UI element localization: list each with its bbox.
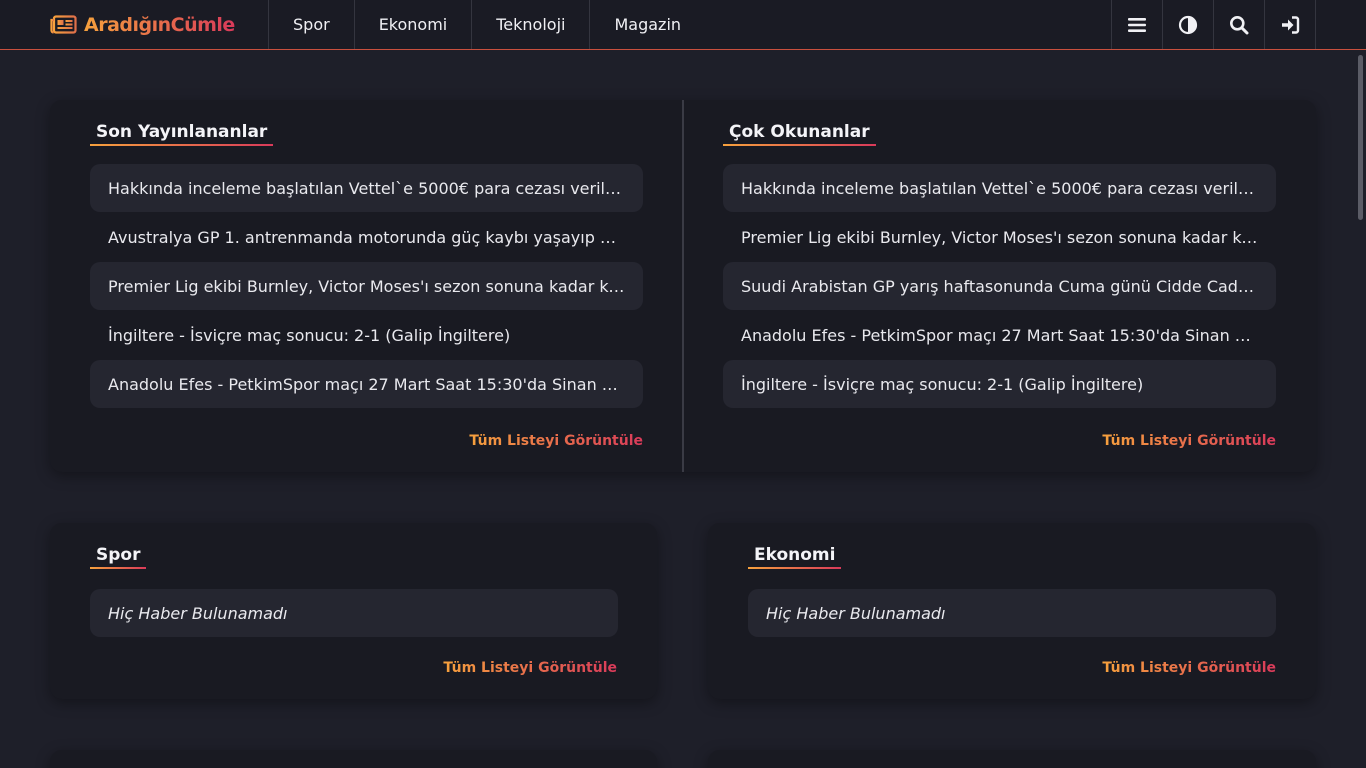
popular-item[interactable]: Premier Lig ekibi Burnley, Victor Moses'… — [723, 213, 1276, 261]
latest-item[interactable]: Hakkında inceleme başlatılan Vettel`e 50… — [90, 164, 643, 212]
nav-item-teknoloji[interactable]: Teknoloji — [472, 0, 591, 49]
economy-card: Ekonomi Hiç Haber Bulunamadı Tüm Listeyi… — [708, 523, 1316, 699]
theme-toggle-button[interactable] — [1163, 0, 1214, 49]
popular-list: Hakkında inceleme başlatılan Vettel`e 50… — [723, 164, 1276, 408]
popular-section: Çok Okunanlar Hakkında inceleme başlatıl… — [723, 122, 1276, 409]
nav-item-magazin[interactable]: Magazin — [590, 0, 705, 49]
next-card-left — [50, 750, 657, 768]
sport-title: Spor — [90, 545, 147, 569]
bars-icon — [1128, 17, 1146, 32]
top-lists-card: Son Yayınlananlar Hakkında inceleme başl… — [50, 100, 1316, 472]
economy-heading: Ekonomi — [748, 545, 842, 569]
sport-heading: Spor — [90, 545, 147, 569]
economy-empty-text: Hiç Haber Bulunamadı — [766, 603, 946, 623]
latest-item[interactable]: Avustralya GP 1. antrenmanda motorunda g… — [90, 213, 643, 261]
newspaper-icon — [50, 15, 77, 34]
popular-view-all-link[interactable]: Tüm Listeyi Görüntüle — [1102, 433, 1276, 449]
latest-title: Son Yayınlananlar — [90, 122, 274, 146]
economy-empty-message: Hiç Haber Bulunamadı — [748, 589, 1276, 637]
nav-item-ekonomi[interactable]: Ekonomi — [355, 0, 473, 49]
brand-name: AradığınCümle — [84, 13, 235, 36]
latest-item[interactable]: Anadolu Efes - PetkimSpor maçı 27 Mart S… — [90, 360, 643, 408]
popular-item[interactable]: Anadolu Efes - PetkimSpor maçı 27 Mart S… — [723, 311, 1276, 359]
nav-item-spor[interactable]: Spor — [269, 0, 355, 49]
nav-icon-group — [1111, 0, 1316, 49]
search-button[interactable] — [1214, 0, 1265, 49]
latest-item[interactable]: Premier Lig ekibi Burnley, Victor Moses'… — [90, 262, 643, 310]
popular-title: Çok Okunanlar — [723, 122, 876, 146]
sport-empty-text: Hiç Haber Bulunamadı — [108, 603, 288, 623]
sign-in-icon — [1282, 15, 1300, 34]
economy-title: Ekonomi — [748, 545, 842, 569]
sport-empty-message: Hiç Haber Bulunamadı — [90, 589, 618, 637]
popular-item[interactable]: İngiltere - İsviçre maç sonucu: 2-1 (Gal… — [723, 360, 1276, 408]
latest-section: Son Yayınlananlar Hakkında inceleme başl… — [90, 122, 643, 409]
search-icon — [1230, 15, 1249, 34]
page-scrollbar[interactable] — [1358, 55, 1363, 220]
brand-logo[interactable]: AradığınCümle — [0, 0, 269, 49]
latest-list: Hakkında inceleme başlatılan Vettel`e 50… — [90, 164, 643, 408]
column-divider — [682, 100, 684, 472]
menu-button[interactable] — [1112, 0, 1163, 49]
login-button[interactable] — [1265, 0, 1316, 49]
next-card-right — [708, 750, 1316, 768]
latest-view-all-link[interactable]: Tüm Listeyi Görüntüle — [469, 433, 643, 449]
contrast-icon — [1178, 15, 1198, 34]
economy-view-all-link[interactable]: Tüm Listeyi Görüntüle — [1102, 660, 1276, 676]
sport-card: Spor Hiç Haber Bulunamadı Tüm Listeyi Gö… — [50, 523, 657, 699]
latest-item[interactable]: İngiltere - İsviçre maç sonucu: 2-1 (Gal… — [90, 311, 643, 359]
sport-view-all-link[interactable]: Tüm Listeyi Görüntüle — [443, 660, 617, 676]
popular-item[interactable]: Hakkında inceleme başlatılan Vettel`e 50… — [723, 164, 1276, 212]
top-navbar: AradığınCümle Spor Ekonomi Teknoloji Mag… — [0, 0, 1366, 50]
popular-item[interactable]: Suudi Arabistan GP yarış haftasonunda Cu… — [723, 262, 1276, 310]
